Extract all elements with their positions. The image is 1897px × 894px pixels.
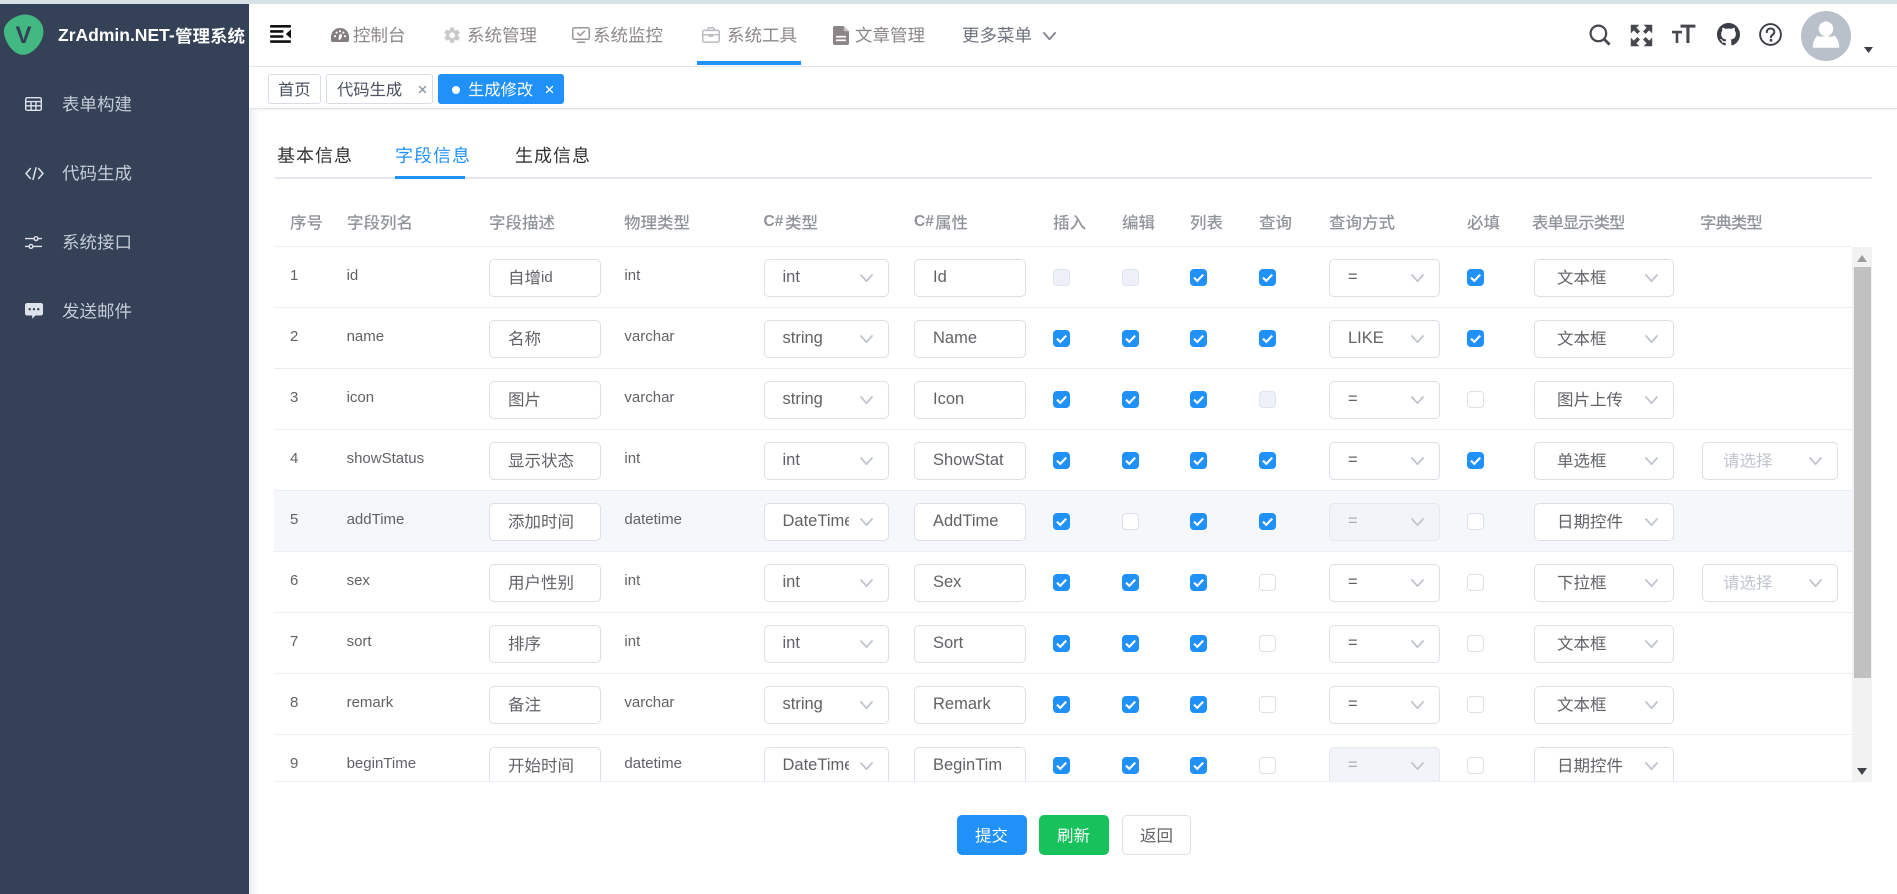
svg-text:V: V bbox=[15, 22, 31, 49]
